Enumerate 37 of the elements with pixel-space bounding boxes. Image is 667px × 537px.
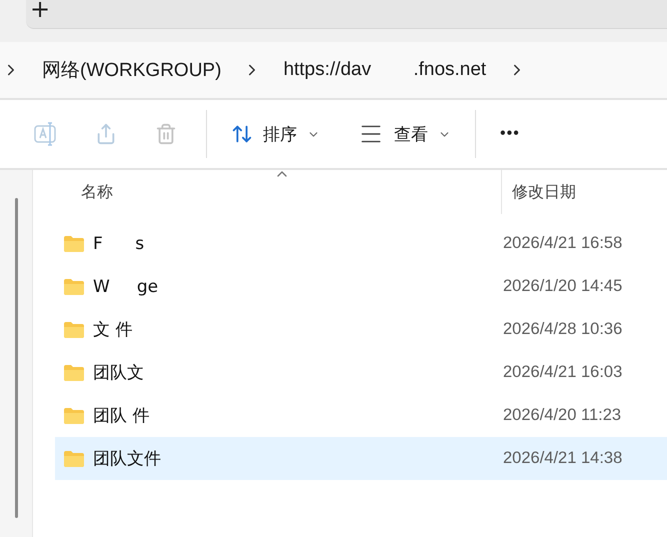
breadcrumb-item[interactable]: https://dav .fnos.net [261,59,508,81]
folder-icon [63,320,85,338]
file-name: 团队文件 [93,448,162,470]
folder-icon [63,278,85,296]
file-name: 团队 件 [93,405,150,427]
modified-date: 2026/4/21 16:58 [503,234,622,253]
column-header[interactable]: 名称 [33,182,501,202]
file-name: 文 件 [93,319,134,341]
folder-icon [63,406,85,424]
modified-date: 2026/4/28 10:36 [503,320,622,339]
file-row[interactable]: 团队 件 2026/4/20 11:23 [55,394,667,437]
modified-date: 2026/4/20 11:23 [503,406,622,425]
file-name: W ge [93,276,160,296]
folder-icon [63,450,85,468]
file-row[interactable]: 文 件 2026/4/28 10:36 [55,308,667,351]
file-row[interactable]: F s 2026/4/21 16:58 [55,222,667,265]
file-row[interactable]: W ge 2026/1/20 14:45 [55,265,667,308]
sort-arrows-icon [231,123,253,145]
modified-date: 2026/4/21 14:38 [503,449,622,468]
trash-icon [155,123,177,145]
column-header[interactable]: 修改日期 [501,170,576,214]
modified-date: 2026/4/21 16:03 [503,363,622,382]
new-tab-button[interactable]: + [26,0,54,18]
breadcrumb-item[interactable]: 网络(WORKGROUP) [20,57,244,83]
view-button[interactable]: 查看 [344,114,465,154]
folder-icon [63,234,85,252]
file-name: F s [93,234,146,254]
folder-icon [63,364,85,382]
modified-date: 2026/1/20 14:45 [503,277,622,296]
scrollbar[interactable] [14,198,18,518]
sort-button[interactable]: 排序 [217,114,334,154]
file-row[interactable]: 团队文件 2026/4/21 14:38 [55,437,667,480]
rename-icon [33,121,59,147]
file-name: 团队文 [93,362,145,384]
more-button[interactable]: ••• [486,125,534,143]
share-icon [95,123,117,145]
file-row[interactable]: 团队文 2026/4/21 16:03 [55,351,667,394]
